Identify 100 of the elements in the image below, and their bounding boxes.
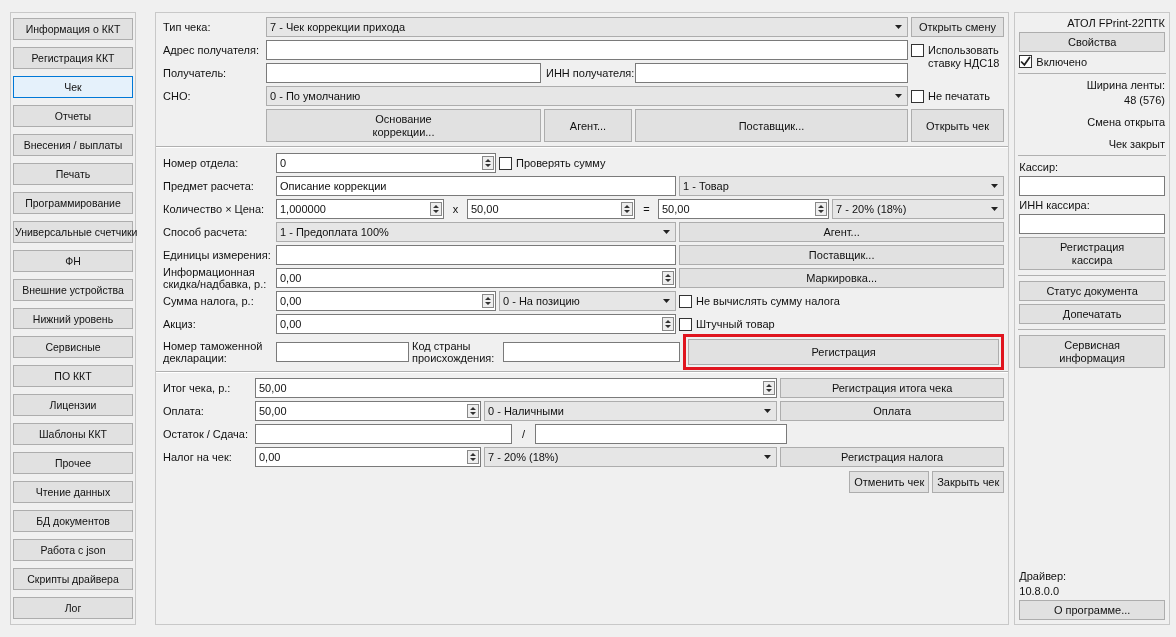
sidebar-item[interactable]: Прочее <box>13 452 133 475</box>
input-field[interactable] <box>1019 176 1165 196</box>
sidebar-item[interactable]: Печать <box>13 162 133 185</box>
slash-separator: / <box>520 428 527 440</box>
field-label: Информационная скидка/надбавка, р.: <box>163 266 268 290</box>
dropdown[interactable]: 7 - 20% (18%) <box>832 199 1005 219</box>
sidebar-item[interactable]: Работа с json <box>13 539 133 562</box>
input-field[interactable] <box>276 342 409 362</box>
sidebar-item[interactable]: БД документов <box>13 510 133 533</box>
sidebar-item[interactable]: Программирование <box>13 191 133 214</box>
spin-field[interactable]: 0,00 <box>276 314 676 334</box>
sidebar-item[interactable]: Нижний уровень <box>13 307 133 330</box>
sidebar-item[interactable]: Лог <box>13 597 133 619</box>
agent-button[interactable]: Агент... <box>679 222 1005 242</box>
checkbox[interactable] <box>911 89 924 103</box>
sidebar-item[interactable]: Регистрация ККТ <box>13 46 133 69</box>
spin-arrows-icon <box>482 294 494 308</box>
register-total-button[interactable]: Регистрация итога чека <box>780 378 1005 398</box>
field-label: Налог на чек: <box>163 451 233 463</box>
about-button[interactable]: О программе... <box>1019 600 1165 620</box>
field-label: Акциз: <box>163 318 197 330</box>
marking-button[interactable]: Маркировка... <box>679 268 1005 288</box>
sidebar-item[interactable]: ФН <box>13 249 133 272</box>
caret-icon <box>991 184 998 188</box>
field-label: Получатель: <box>163 66 228 81</box>
sidebar-item[interactable]: Отчеты <box>13 104 133 127</box>
caret-icon <box>991 207 999 211</box>
sidebar-item[interactable]: Сервисные <box>13 336 133 359</box>
open-shift-button[interactable]: Открыть смену <box>911 17 1004 37</box>
sidebar-item[interactable]: Шаблоны ККТ <box>13 423 133 446</box>
action-button[interactable]: Открыть чек <box>911 109 1004 142</box>
status-label: Ширина ленты: <box>1085 79 1165 91</box>
spin-field[interactable]: 0,00 <box>276 291 496 311</box>
spin-arrows-icon <box>662 271 674 285</box>
dropdown[interactable]: 7 - Чек коррекции прихода <box>266 17 908 37</box>
spin-field[interactable]: 0 <box>276 153 496 173</box>
field-label: Номер отдела: <box>163 157 240 169</box>
spin-field[interactable]: 50,00 <box>467 199 635 219</box>
supplier-button[interactable]: Поставщик... <box>679 245 1005 265</box>
sidebar-item[interactable]: Чек <box>13 75 133 98</box>
spin-field[interactable]: 50,00 <box>255 378 777 398</box>
sidebar-item[interactable]: Информация о ККТ <box>13 18 133 40</box>
checkbox[interactable] <box>911 44 924 57</box>
field-label: Оплата: <box>163 405 205 417</box>
input-field[interactable] <box>503 342 680 362</box>
checkbox-label: Проверять сумму <box>516 157 606 169</box>
action-button[interactable]: Основание коррекции... <box>266 109 541 142</box>
sidebar-item[interactable]: ПО ККТ <box>13 365 133 388</box>
sidebar-item[interactable]: Лицензии <box>13 394 133 417</box>
action-button[interactable]: Агент... <box>544 109 632 142</box>
properties-button[interactable]: Свойства <box>1019 32 1165 52</box>
input-field[interactable] <box>266 63 541 83</box>
caret-icon <box>764 455 771 459</box>
sidebar-item[interactable]: Скрипты драйвера <box>13 568 133 591</box>
field-label: ИНН получателя: <box>545 66 632 81</box>
service-info-button[interactable]: Сервисная информация <box>1019 335 1165 368</box>
checkbox[interactable] <box>499 156 512 170</box>
input-field[interactable] <box>635 63 908 83</box>
spin-field[interactable]: 0,00 <box>276 268 676 288</box>
equals-sign: = <box>642 203 651 215</box>
dropdown[interactable]: 1 - Предоплата 100% <box>276 222 676 242</box>
action-button[interactable]: Закрыть чек <box>932 471 1005 493</box>
checkbox[interactable] <box>679 294 692 308</box>
payment-button[interactable]: Оплата <box>780 401 1005 421</box>
sidebar-item[interactable]: Чтение данных <box>13 481 133 504</box>
checkbox-label: Штучный товар <box>696 318 775 330</box>
field-label: Единицы измерения: <box>163 249 272 261</box>
sidebar-item[interactable]: Внешние устройства <box>13 278 133 301</box>
input-field[interactable] <box>276 245 676 265</box>
checkbox[interactable] <box>1019 55 1033 68</box>
document-status-button[interactable]: Статус документа <box>1019 281 1165 301</box>
input-field[interactable]: Описание коррекции <box>276 176 676 196</box>
register-button[interactable]: Регистрация <box>688 339 1000 365</box>
checkbox-label: Не вычислять сумму налога <box>696 295 840 307</box>
checkbox-label: Включено <box>1036 55 1088 68</box>
dropdown[interactable]: 1 - Товар <box>679 176 1004 196</box>
spin-field[interactable]: 1,000000 <box>276 199 444 219</box>
spin-arrows-icon <box>482 156 494 170</box>
dropdown[interactable]: 7 - 20% (18%) <box>484 447 777 467</box>
action-button[interactable]: Поставщик... <box>635 109 908 142</box>
driver-label: Драйвер: <box>1019 570 1068 582</box>
sidebar-item[interactable]: Внесения / выплаты <box>13 133 133 156</box>
status-text: Чек закрыт <box>1107 138 1165 150</box>
dropdown[interactable]: 0 - По умолчанию <box>266 86 908 106</box>
input-field[interactable] <box>535 424 787 444</box>
spin-field[interactable]: 50,00 <box>255 401 481 421</box>
dropdown[interactable]: 0 - Наличными <box>484 401 777 421</box>
spin-field[interactable]: 50,00 <box>658 199 829 219</box>
reprint-button[interactable]: Допечатать <box>1019 304 1165 324</box>
field-label: СНО: <box>163 89 192 104</box>
input-field[interactable] <box>255 424 512 444</box>
action-button[interactable]: Отменить чек <box>849 471 930 493</box>
spin-field[interactable]: 0,00 <box>255 447 481 467</box>
register-tax-button[interactable]: Регистрация налога <box>780 447 1005 467</box>
input-field[interactable] <box>266 40 908 60</box>
dropdown[interactable]: 0 - На позицию <box>499 291 676 311</box>
input-field[interactable] <box>1019 214 1165 234</box>
field-label: Сумма налога, р.: <box>163 295 255 307</box>
checkbox[interactable] <box>679 317 692 331</box>
register-cashier-button[interactable]: Регистрация кассира <box>1019 237 1165 270</box>
